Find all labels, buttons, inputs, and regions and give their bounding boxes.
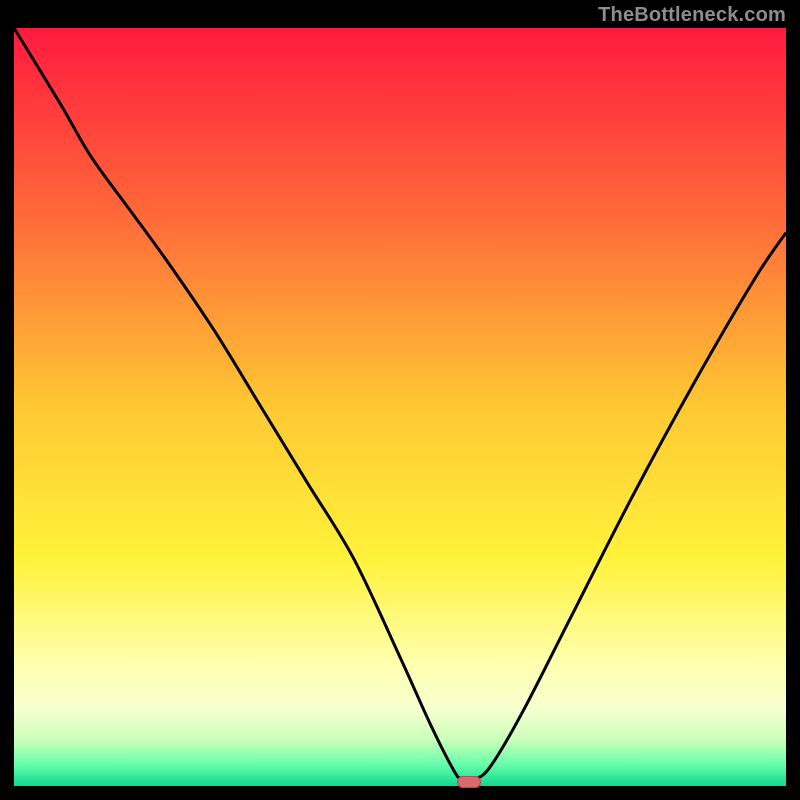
- plot-area: [14, 28, 786, 786]
- bottleneck-curve: [14, 28, 786, 786]
- watermark-text: TheBottleneck.com: [598, 4, 786, 27]
- chart-frame: TheBottleneck.com: [0, 0, 800, 800]
- optimum-marker: [457, 776, 481, 788]
